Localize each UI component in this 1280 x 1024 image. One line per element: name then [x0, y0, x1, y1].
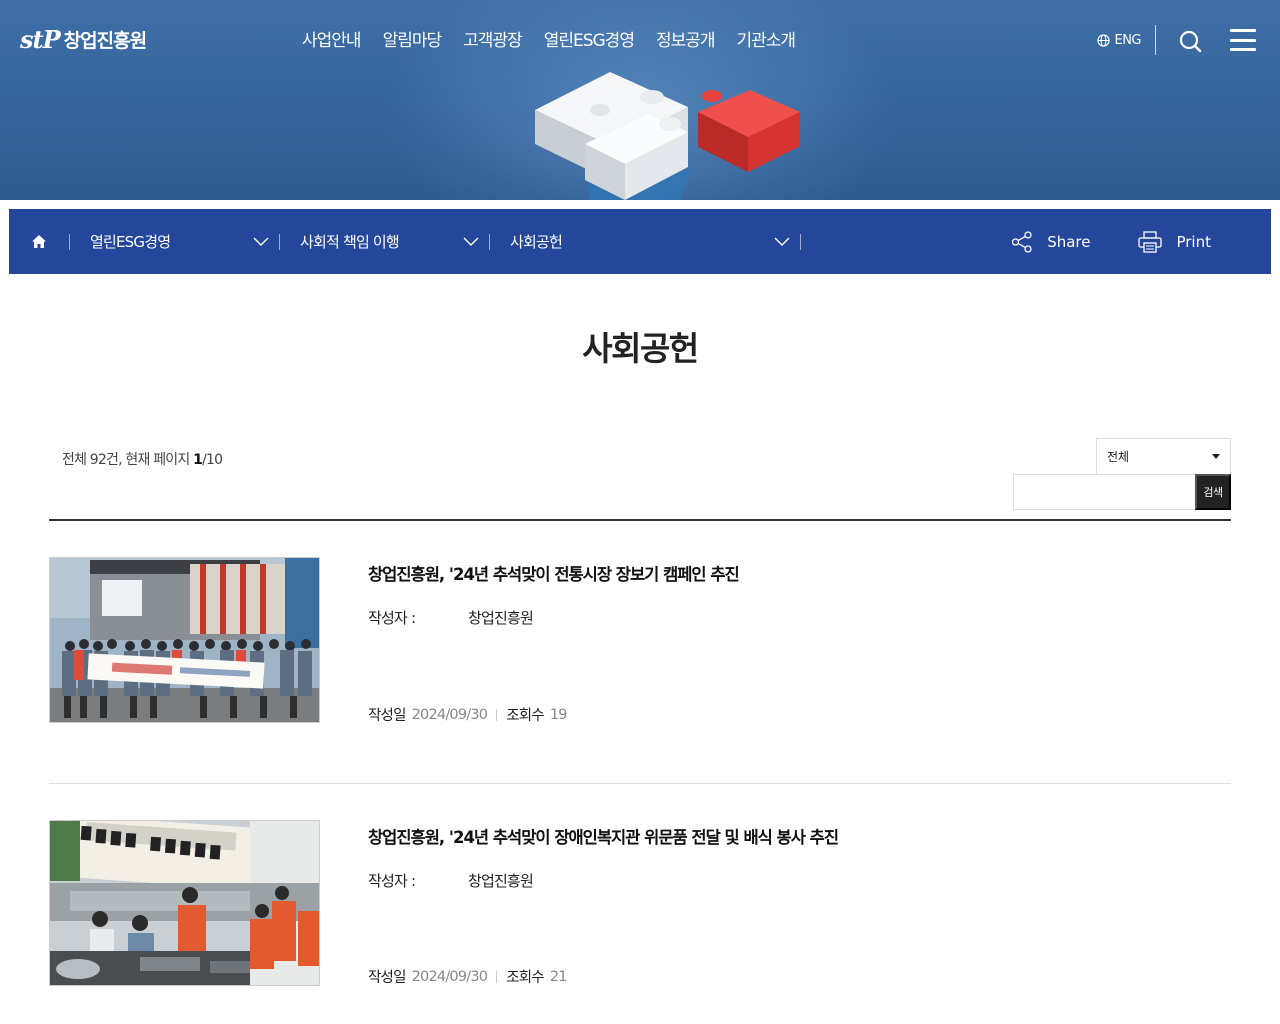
gnb-esg[interactable]: 열린ESG경영 [544, 26, 635, 51]
count-total-pages: /10 [202, 452, 223, 468]
views-value: 21 [549, 968, 568, 985]
home-icon [32, 235, 46, 248]
search-button[interactable]: 검색 [1195, 474, 1231, 510]
share-button[interactable]: Share [1011, 230, 1091, 253]
list-divider [49, 783, 1231, 784]
breadcrumb-dropdown-depth3[interactable]: 사회공헌 [490, 209, 800, 274]
util-divider [1155, 25, 1156, 55]
views-value: 19 [549, 706, 568, 723]
breadcrumb-dropdown-depth2[interactable]: 사회적 책임 이행 [280, 209, 489, 274]
language-label: ENG [1114, 32, 1141, 48]
breadcrumb-separator [800, 233, 801, 250]
home-button[interactable] [9, 209, 69, 274]
global-nav: 사업안내 알림마당 고객광장 열린ESG경영 정보공개 기관소개 [302, 26, 817, 51]
post-thumbnail[interactable] [49, 820, 320, 986]
location-bar: 열린ESG경영 사회적 책임 이행 사회공헌 Share Print [9, 209, 1271, 274]
count-prefix: 전체 92건, 현재 페이지 [62, 452, 190, 468]
gnb-notice[interactable]: 알림마당 [383, 26, 443, 51]
writer-value: 창업진흥원 [468, 872, 534, 890]
post-writer: 작성자 : 창업진흥원 [368, 607, 534, 628]
gnb-business[interactable]: 사업안내 [302, 26, 362, 51]
chevron-down-icon [463, 237, 479, 246]
print-button[interactable]: Print [1138, 230, 1211, 253]
puzzle-illustration [535, 72, 800, 200]
gnb-customer[interactable]: 고객광장 [463, 26, 523, 51]
hamburger-menu-icon[interactable] [1230, 29, 1256, 51]
search-category-value: 전체 [1107, 450, 1130, 464]
date-label: 작성일 [368, 970, 406, 986]
breadcrumb-label-depth1: 열린ESG경영 [90, 233, 171, 251]
meta-separator [496, 708, 498, 721]
writer-label: 작성자 : [368, 872, 416, 890]
share-label: Share [1047, 232, 1091, 251]
views-label: 조회수 [506, 708, 544, 724]
list-top-border [49, 519, 1231, 521]
caret-down-icon [1212, 454, 1220, 459]
share-icon [1012, 230, 1032, 253]
volunteer-serving-photo [50, 821, 319, 985]
chevron-down-icon [774, 237, 790, 246]
date-label: 작성일 [368, 708, 406, 724]
market-campaign-photo [50, 558, 319, 722]
search-input[interactable] [1013, 474, 1196, 510]
date-value: 2024/09/30 [411, 968, 488, 985]
meta-separator [496, 970, 498, 983]
count-current-page: 1 [193, 452, 203, 468]
search-category-select[interactable]: 전체 [1096, 438, 1231, 475]
result-count: 전체 92건, 현재 페이지 1/10 [62, 449, 223, 469]
post-meta: 작성일 2024/09/30 조회수 21 [368, 966, 567, 987]
logo-mark: stP [20, 24, 61, 54]
breadcrumb-dropdown-depth1[interactable]: 열린ESG경영 [70, 209, 279, 274]
writer-label: 작성자 : [368, 609, 416, 627]
post-meta: 작성일 2024/09/30 조회수 19 [368, 704, 567, 725]
views-label: 조회수 [506, 970, 544, 986]
search-icon[interactable] [1178, 27, 1204, 53]
hero-header: stP 창업진흥원 사업안내 알림마당 고객광장 열린ESG경영 정보공개 기관… [0, 0, 1280, 200]
site-logo[interactable]: stP 창업진흥원 [20, 22, 147, 56]
writer-value: 창업진흥원 [468, 609, 534, 627]
breadcrumb-label-depth2: 사회적 책임 이행 [300, 233, 400, 251]
page-tools: Share Print [963, 209, 1271, 274]
utility-menu: ENG [1097, 24, 1256, 56]
post-thumbnail[interactable] [49, 557, 320, 723]
gnb-about[interactable]: 기관소개 [737, 26, 797, 51]
post-title-link[interactable]: 창업진흥원, '24년 추석맞이 전통시장 장보기 캠페인 추진 [368, 561, 740, 585]
date-value: 2024/09/30 [411, 706, 488, 723]
breadcrumb-label-depth3: 사회공헌 [510, 233, 563, 251]
globe-icon [1097, 33, 1111, 47]
print-label: Print [1176, 232, 1211, 251]
post-title-link[interactable]: 창업진흥원, '24년 추석맞이 장애인복지관 위문품 전달 및 배식 봉사 추… [368, 824, 839, 848]
chevron-down-icon [253, 237, 269, 246]
page-title: 사회공헌 [582, 329, 699, 368]
post-writer: 작성자 : 창업진흥원 [368, 870, 534, 891]
logo-text: 창업진흥원 [63, 29, 147, 52]
language-button[interactable]: ENG [1097, 33, 1141, 48]
print-icon [1138, 230, 1163, 253]
gnb-disclosure[interactable]: 정보공개 [656, 26, 716, 51]
